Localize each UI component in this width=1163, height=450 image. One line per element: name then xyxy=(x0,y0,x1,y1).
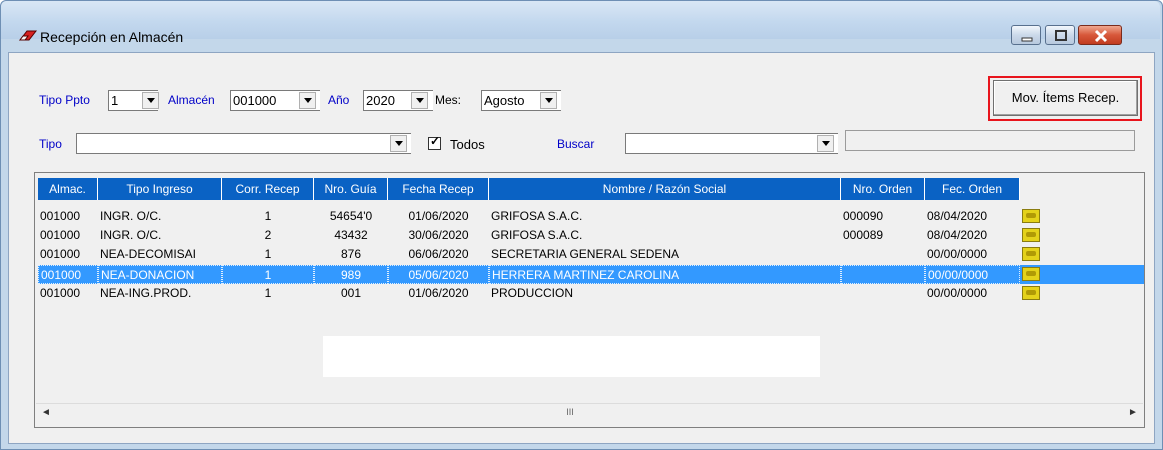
chevron-down-icon xyxy=(415,98,424,103)
tipo-dropdown-arrow[interactable] xyxy=(390,135,407,152)
column-header-fec-orden[interactable]: Fec. Orden xyxy=(925,178,1020,200)
mes-label: Mes: xyxy=(435,93,462,107)
table-row[interactable]: 001000 NEA-DECOMISAI 1 876 06/06/2020 SE… xyxy=(38,245,1040,264)
cell-tipo-ingreso: INGR. O/C. xyxy=(100,209,162,223)
tipo-ppto-dropdown-arrow[interactable] xyxy=(142,92,159,109)
cell-nro-orden: 000090 xyxy=(843,209,884,223)
cell-nombre: GRIFOSA S.A.C. xyxy=(491,228,583,242)
cell-corr-recep: 1 xyxy=(264,286,272,300)
cell-corr-recep: 1 xyxy=(264,209,272,223)
view-detail-icon[interactable] xyxy=(1022,247,1040,261)
checkmark-icon: ✓ xyxy=(430,134,441,148)
cell-fec-orden: 00/00/0000 xyxy=(927,286,988,300)
cell-nro-guia: 876 xyxy=(340,247,362,261)
view-detail-icon[interactable] xyxy=(1022,267,1040,281)
cell-almac: 001000 xyxy=(40,247,81,261)
cell-nombre: SECRETARIA GENERAL SEDENA xyxy=(491,247,680,261)
column-header-nro-orden[interactable]: Nro. Orden xyxy=(841,178,925,200)
tipo-ppto-label: Tipo Ppto xyxy=(39,93,90,107)
table-row[interactable]: 001000 NEA-ING.PROD. 1 001 01/06/2020 PR… xyxy=(38,284,1040,303)
tipo-ppto-value: 1 xyxy=(111,93,119,108)
view-detail-icon[interactable] xyxy=(1022,286,1040,300)
cell-nro-orden xyxy=(841,265,925,284)
cell-nro-guia: 43432 xyxy=(334,228,368,242)
cell-almac: 001000 xyxy=(40,209,81,223)
cell-fecha-recep: 01/06/2020 xyxy=(408,286,469,300)
cell-corr-recep: 2 xyxy=(264,228,272,242)
column-header-nro-guia[interactable]: Nro. Guía xyxy=(314,178,388,200)
maximize-icon xyxy=(1055,30,1067,41)
cell-nombre: HERRERA MARTINEZ CAROLINA xyxy=(489,265,841,284)
cell-fec-orden: 08/04/2020 xyxy=(927,228,988,242)
column-header-nombre[interactable]: Nombre / Razón Social xyxy=(489,178,841,200)
minimize-icon xyxy=(1021,37,1033,42)
cell-fec-orden: 08/04/2020 xyxy=(927,209,988,223)
cell-nro-guia: 54654'0 xyxy=(329,209,373,223)
scroll-right-icon[interactable]: ► xyxy=(1123,403,1143,422)
cell-tipo-ingreso: INGR. O/C. xyxy=(100,228,162,242)
cell-corr-recep: 1 xyxy=(264,247,272,261)
anio-dropdown-arrow[interactable] xyxy=(411,92,428,109)
cell-fecha-recep: 30/06/2020 xyxy=(408,228,469,242)
window-title: Recepción en Almacén xyxy=(40,29,184,45)
chevron-down-icon xyxy=(544,98,553,103)
column-header-corr-recep[interactable]: Corr. Recep xyxy=(222,178,314,200)
cell-nro-orden xyxy=(841,245,925,264)
eraser-app-icon xyxy=(18,30,38,41)
close-icon xyxy=(1094,29,1108,43)
todos-label: Todos xyxy=(450,137,485,152)
horizontal-scrollbar[interactable] xyxy=(36,403,1143,422)
chevron-down-icon xyxy=(146,98,155,103)
cell-almac: 001000 xyxy=(40,228,81,242)
view-detail-icon[interactable] xyxy=(1022,209,1040,223)
table-row-selected[interactable]: 001000 NEA-DONACION 1 989 05/06/2020 HER… xyxy=(38,265,1144,284)
cell-tipo-ingreso: NEA-ING.PROD. xyxy=(100,286,192,300)
cell-nombre: PRODUCCION xyxy=(491,286,574,300)
cell-almac: 001000 xyxy=(38,265,98,284)
cell-nro-orden: 000089 xyxy=(843,228,884,242)
cell-nro-orden xyxy=(841,284,925,303)
chevron-down-icon xyxy=(303,98,312,103)
cell-nombre: GRIFOSA S.A.C. xyxy=(491,209,583,223)
cell-nro-guia: 001 xyxy=(340,286,362,300)
scroll-left-icon[interactable]: ◄ xyxy=(36,403,56,422)
column-header-almac[interactable]: Almac. xyxy=(38,178,98,200)
cell-nro-guia: 989 xyxy=(314,265,388,284)
almacen-label: Almacén xyxy=(168,93,215,107)
scroll-thumb[interactable]: III xyxy=(560,405,580,420)
tipo-label: Tipo xyxy=(39,137,62,151)
cell-tipo-ingreso: NEA-DONACION xyxy=(98,265,222,284)
blank-panel xyxy=(323,336,820,377)
buscar-label: Buscar xyxy=(557,137,595,151)
cell-fec-orden: 00/00/0000 xyxy=(925,265,1020,284)
cell-fecha-recep: 01/06/2020 xyxy=(408,209,469,223)
minimize-button[interactable] xyxy=(1011,25,1041,45)
cell-tipo-ingreso: NEA-DECOMISAI xyxy=(100,247,197,261)
almacen-value: 001000 xyxy=(233,93,277,108)
chevron-down-icon xyxy=(394,141,403,146)
buscar-select[interactable] xyxy=(625,133,838,154)
anio-value: 2020 xyxy=(366,93,395,108)
mov-items-recep-button[interactable]: Mov. Ítems Recep. xyxy=(993,80,1138,116)
mes-dropdown-arrow[interactable] xyxy=(540,92,557,109)
cell-corr-recep: 1 xyxy=(222,265,314,284)
search-text-field[interactable] xyxy=(845,130,1135,151)
view-detail-icon[interactable] xyxy=(1022,228,1040,242)
cell-fecha-recep: 06/06/2020 xyxy=(408,247,469,261)
tipo-select[interactable] xyxy=(76,133,411,154)
cell-fecha-recep: 05/06/2020 xyxy=(388,265,489,284)
cell-almac: 001000 xyxy=(40,286,81,300)
buscar-dropdown-arrow[interactable] xyxy=(817,135,834,152)
table-row[interactable]: 001000 INGR. O/C. 1 54654'0 01/06/2020 G… xyxy=(38,207,1040,226)
almacen-dropdown-arrow[interactable] xyxy=(299,92,316,109)
chevron-down-icon xyxy=(821,141,830,146)
table-row[interactable]: 001000 INGR. O/C. 2 43432 30/06/2020 GRI… xyxy=(38,226,1040,245)
column-header-fecha-recep[interactable]: Fecha Recep xyxy=(388,178,489,200)
close-button[interactable] xyxy=(1078,25,1122,45)
cell-fec-orden: 00/00/0000 xyxy=(927,247,988,261)
maximize-button[interactable] xyxy=(1045,25,1075,45)
anio-label: Año xyxy=(328,93,350,107)
column-header-tipo-ingreso[interactable]: Tipo Ingreso xyxy=(98,178,222,200)
mes-value: Agosto xyxy=(484,93,525,108)
